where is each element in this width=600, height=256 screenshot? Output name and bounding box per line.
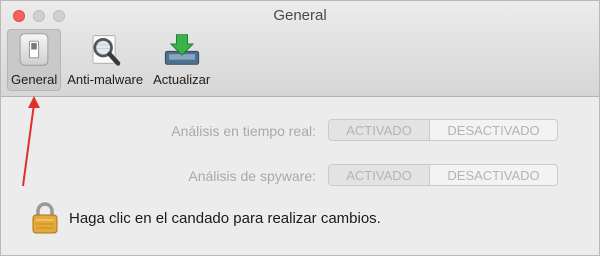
tab-general[interactable]: General	[7, 29, 62, 91]
tab-anti-malware[interactable]: Anti-malware	[63, 29, 147, 91]
tab-general-label: General	[11, 72, 58, 87]
preferences-window: General General Anti-malware Actualizar …	[0, 0, 600, 256]
spyware-scan-row: Análisis de spyware: ACTIVADO DESACTIVAD…	[1, 164, 600, 188]
magnifier-icon	[92, 35, 121, 66]
titlebar: General General Anti-malware Actualizar	[1, 1, 599, 97]
switch-icon	[19, 33, 49, 66]
realtime-scan-label: Análisis en tiempo real:	[171, 123, 316, 139]
realtime-scan-off[interactable]: DESACTIVADO	[430, 120, 557, 140]
realtime-scan-toggle: ACTIVADO DESACTIVADO	[328, 119, 558, 141]
spyware-scan-label: Análisis de spyware:	[188, 168, 316, 184]
window-title: General	[273, 7, 327, 24]
tab-actualizar[interactable]: Actualizar	[149, 29, 214, 91]
realtime-scan-on[interactable]: ACTIVADO	[329, 120, 430, 140]
lock-row: Haga clic en el candado para realizar ca…	[31, 201, 381, 235]
toolbar: General Anti-malware Actualizar	[7, 29, 214, 91]
realtime-scan-row: Análisis en tiempo real: ACTIVADO DESACT…	[1, 119, 600, 143]
padlock-icon[interactable]	[31, 201, 59, 235]
lock-instruction: Haga clic en el candado para realizar ca…	[69, 209, 381, 227]
tab-anti-malware-label: Anti-malware	[67, 72, 144, 87]
spyware-scan-off[interactable]: DESACTIVADO	[430, 165, 557, 185]
download-icon	[164, 34, 199, 65]
spyware-scan-toggle: ACTIVADO DESACTIVADO	[328, 164, 558, 186]
spyware-scan-on[interactable]: ACTIVADO	[329, 165, 430, 185]
tab-actualizar-label: Actualizar	[153, 72, 211, 87]
